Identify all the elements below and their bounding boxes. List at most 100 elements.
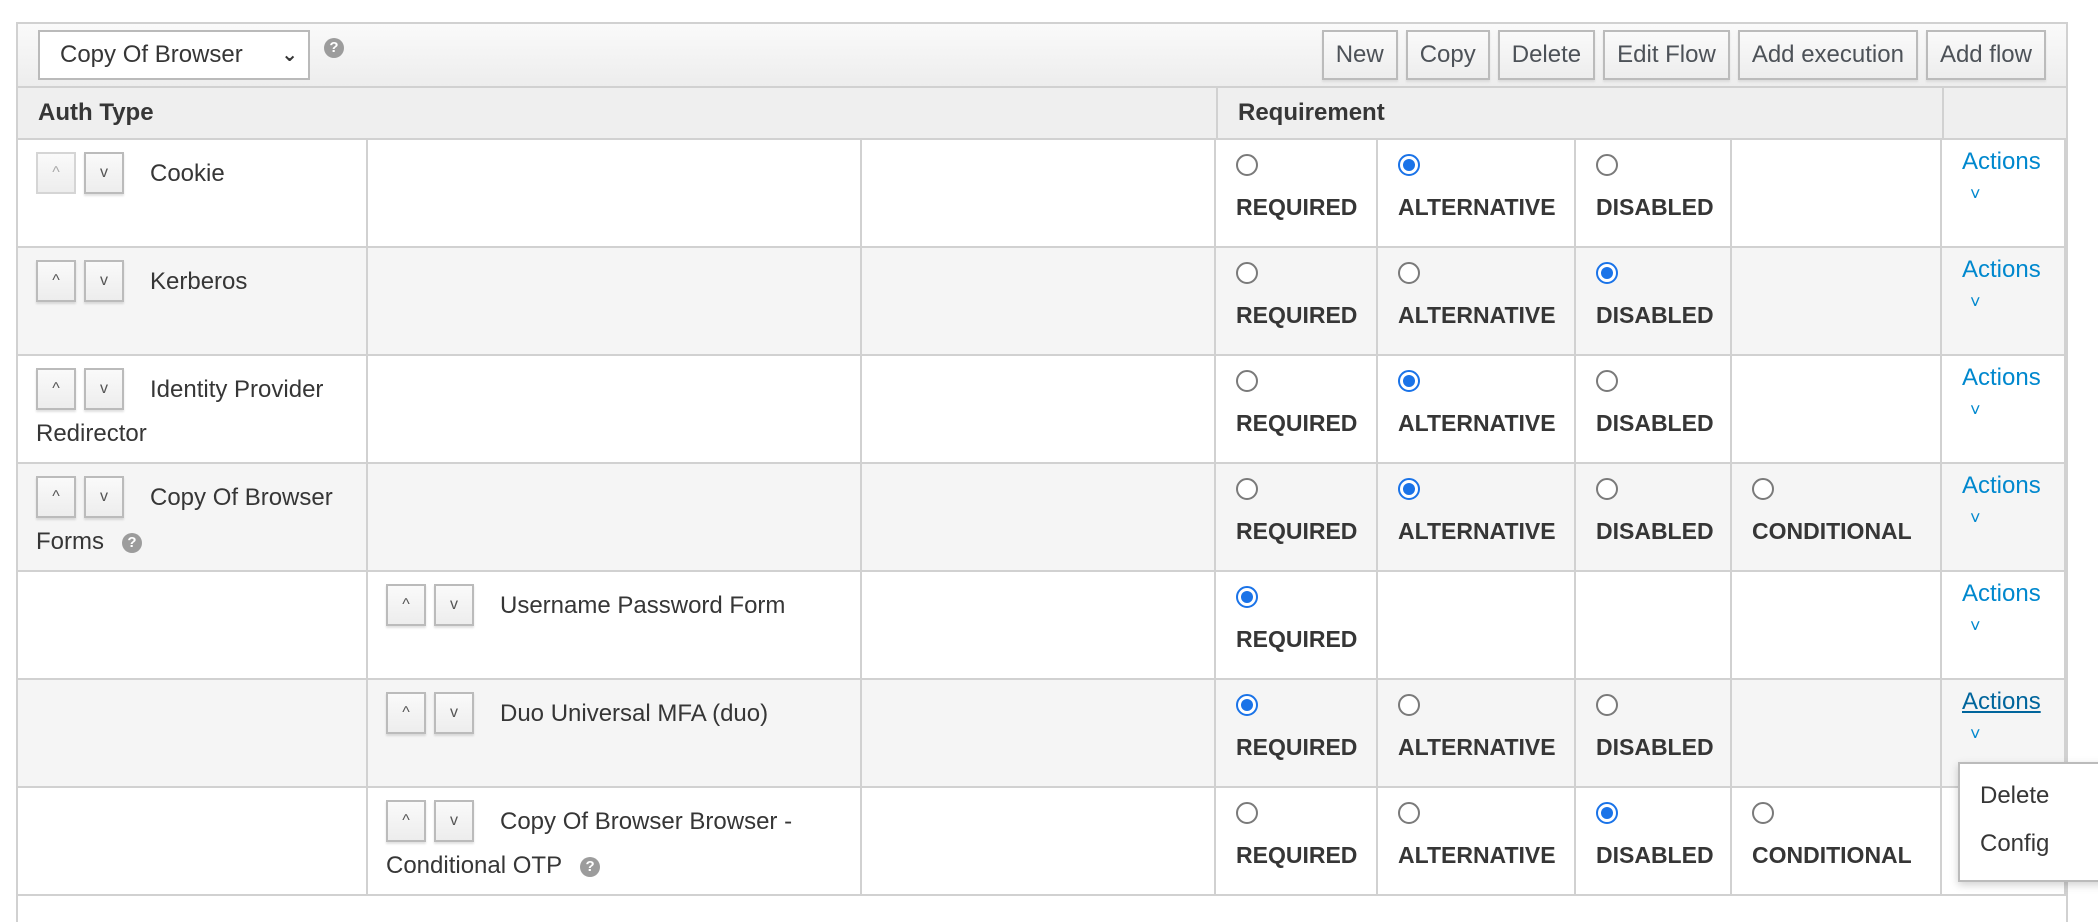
actions-link[interactable]: Actions xyxy=(1962,472,2041,499)
toolbar-buttons: New Copy Delete Edit Flow Add execution … xyxy=(1321,30,2046,80)
move-up-button[interactable]: ^ xyxy=(386,584,426,626)
radio-button[interactable] xyxy=(1596,694,1618,716)
copy-button[interactable]: Copy xyxy=(1405,30,1490,80)
move-up-button[interactable]: ^ xyxy=(386,692,426,734)
help-icon[interactable]: ? xyxy=(324,38,344,58)
move-up-button[interactable]: ^ xyxy=(36,152,76,194)
radio-button[interactable] xyxy=(1236,694,1258,716)
move-down-button[interactable]: v xyxy=(434,800,474,842)
actions-dropdown-toggle[interactable]: Actions ˅ xyxy=(1942,356,2064,421)
requirement-option-disabled[interactable]: DISABLED xyxy=(1576,248,1730,329)
move-down-button[interactable]: v xyxy=(84,152,124,194)
requirement-option-conditional[interactable]: CONDITIONAL xyxy=(1732,464,1940,545)
requirement-option-alternative[interactable]: ALTERNATIVE xyxy=(1378,248,1574,329)
radio-button[interactable] xyxy=(1398,154,1420,176)
table-cell xyxy=(1732,356,1942,462)
requirement-label: DISABLED xyxy=(1596,410,1714,436)
requirement-option-required[interactable]: REQUIRED xyxy=(1216,464,1376,545)
actions-dropdown-toggle[interactable]: Actions ˅ xyxy=(1942,248,2064,313)
add-flow-button[interactable]: Add flow xyxy=(1925,30,2046,80)
chevron-down-icon: ˅ xyxy=(1970,616,1981,636)
radio-button[interactable] xyxy=(1236,370,1258,392)
menu-item-delete[interactable]: Delete xyxy=(1960,772,2098,820)
radio-button[interactable] xyxy=(1398,478,1420,500)
move-down-button[interactable]: v xyxy=(84,260,124,302)
requirement-option-disabled[interactable]: DISABLED xyxy=(1576,464,1730,545)
radio-button[interactable] xyxy=(1398,694,1420,716)
requirement-option-required[interactable]: REQUIRED xyxy=(1216,572,1376,653)
table-cell xyxy=(1732,680,1942,786)
add-execution-button[interactable]: Add execution xyxy=(1737,30,1918,80)
move-up-button[interactable]: ^ xyxy=(386,800,426,842)
move-down-button[interactable]: v xyxy=(84,476,124,518)
table-cell xyxy=(18,788,368,894)
menu-item-config[interactable]: Config xyxy=(1960,820,2098,868)
table-cell: Actions ˅ xyxy=(1942,464,2066,570)
requirement-option-disabled[interactable]: DISABLED xyxy=(1576,356,1730,437)
requirement-label: REQUIRED xyxy=(1236,734,1358,760)
radio-button[interactable] xyxy=(1596,370,1618,392)
actions-link[interactable]: Actions xyxy=(1962,148,2041,175)
actions-dropdown-toggle[interactable]: Actions ˅ xyxy=(1942,572,2064,637)
requirement-option-disabled[interactable]: DISABLED xyxy=(1576,788,1730,869)
radio-button[interactable] xyxy=(1752,802,1774,824)
flow-select[interactable]: Copy Of Browser ⌄ xyxy=(38,30,310,80)
requirement-option-required[interactable]: REQUIRED xyxy=(1216,356,1376,437)
requirement-option-disabled[interactable]: DISABLED xyxy=(1576,140,1730,221)
requirement-option-alternative[interactable]: ALTERNATIVE xyxy=(1378,140,1574,221)
requirement-label: CONDITIONAL xyxy=(1752,842,1912,868)
move-down-button[interactable]: v xyxy=(84,368,124,410)
actions-link[interactable]: Actions xyxy=(1962,364,2041,391)
radio-button[interactable] xyxy=(1398,262,1420,284)
requirement-option-alternative[interactable]: ALTERNATIVE xyxy=(1378,680,1574,761)
radio-button[interactable] xyxy=(1236,586,1258,608)
actions-link[interactable]: Actions xyxy=(1962,580,2041,607)
actions-dropdown-toggle[interactable]: Actions ˅ xyxy=(1942,680,2064,745)
move-down-button[interactable]: v xyxy=(434,584,474,626)
radio-button[interactable] xyxy=(1236,154,1258,176)
new-button[interactable]: New xyxy=(1321,30,1398,80)
table-cell: REQUIRED xyxy=(1216,140,1378,246)
requirement-option-required[interactable]: REQUIRED xyxy=(1216,680,1376,761)
requirement-option-disabled[interactable]: DISABLED xyxy=(1576,680,1730,761)
requirement-option-alternative[interactable]: ALTERNATIVE xyxy=(1378,464,1574,545)
requirement-option-required[interactable]: REQUIRED xyxy=(1216,140,1376,221)
table-row: ^ v Duo Universal MFA (duo) REQUIRED ALTERNA… xyxy=(18,680,2066,788)
requirement-option-alternative[interactable]: ALTERNATIVE xyxy=(1378,356,1574,437)
requirement-option-required[interactable]: REQUIRED xyxy=(1216,788,1376,869)
actions-dropdown-toggle[interactable]: Actions ˅ xyxy=(1942,140,2064,205)
help-icon[interactable]: ? xyxy=(122,532,142,553)
table-cell xyxy=(862,248,1216,354)
radio-button[interactable] xyxy=(1236,262,1258,284)
table-row: ^ v Copy Of Browser Browser - Conditional … xyxy=(18,788,2066,896)
chevron-down-icon: ˅ xyxy=(1970,184,1981,204)
requirement-option-alternative[interactable]: ALTERNATIVE xyxy=(1378,788,1574,869)
radio-button[interactable] xyxy=(1596,154,1618,176)
move-up-button[interactable]: ^ xyxy=(36,476,76,518)
delete-button[interactable]: Delete xyxy=(1497,30,1596,80)
requirement-option-required[interactable]: REQUIRED xyxy=(1216,248,1376,329)
radio-button[interactable] xyxy=(1236,478,1258,500)
edit-flow-button[interactable]: Edit Flow xyxy=(1603,30,1730,80)
move-up-button[interactable]: ^ xyxy=(36,368,76,410)
actions-dropdown-toggle[interactable]: Actions ˅ xyxy=(1942,464,2064,529)
requirement-label: CONDITIONAL xyxy=(1752,518,1912,544)
requirement-label: REQUIRED xyxy=(1236,842,1358,868)
header-requirement: Requirement xyxy=(1238,99,1385,126)
table-row: ^ v Kerberos REQUIRED ALTERNATIVE DISABLED Act… xyxy=(18,248,2066,356)
move-up-button[interactable]: ^ xyxy=(36,260,76,302)
radio-button[interactable] xyxy=(1596,802,1618,824)
actions-link[interactable]: Actions xyxy=(1962,256,2041,283)
requirement-option-conditional[interactable]: CONDITIONAL xyxy=(1732,788,1940,869)
radio-button[interactable] xyxy=(1398,370,1420,392)
table-cell: Actions ˅ xyxy=(1942,356,2066,462)
table-cell xyxy=(1732,140,1942,246)
radio-button[interactable] xyxy=(1236,802,1258,824)
move-down-button[interactable]: v xyxy=(434,692,474,734)
radio-button[interactable] xyxy=(1752,478,1774,500)
help-icon[interactable]: ? xyxy=(580,856,601,877)
actions-link[interactable]: Actions xyxy=(1962,688,2041,715)
radio-button[interactable] xyxy=(1596,478,1618,500)
radio-button[interactable] xyxy=(1398,802,1420,824)
radio-button[interactable] xyxy=(1596,262,1618,284)
